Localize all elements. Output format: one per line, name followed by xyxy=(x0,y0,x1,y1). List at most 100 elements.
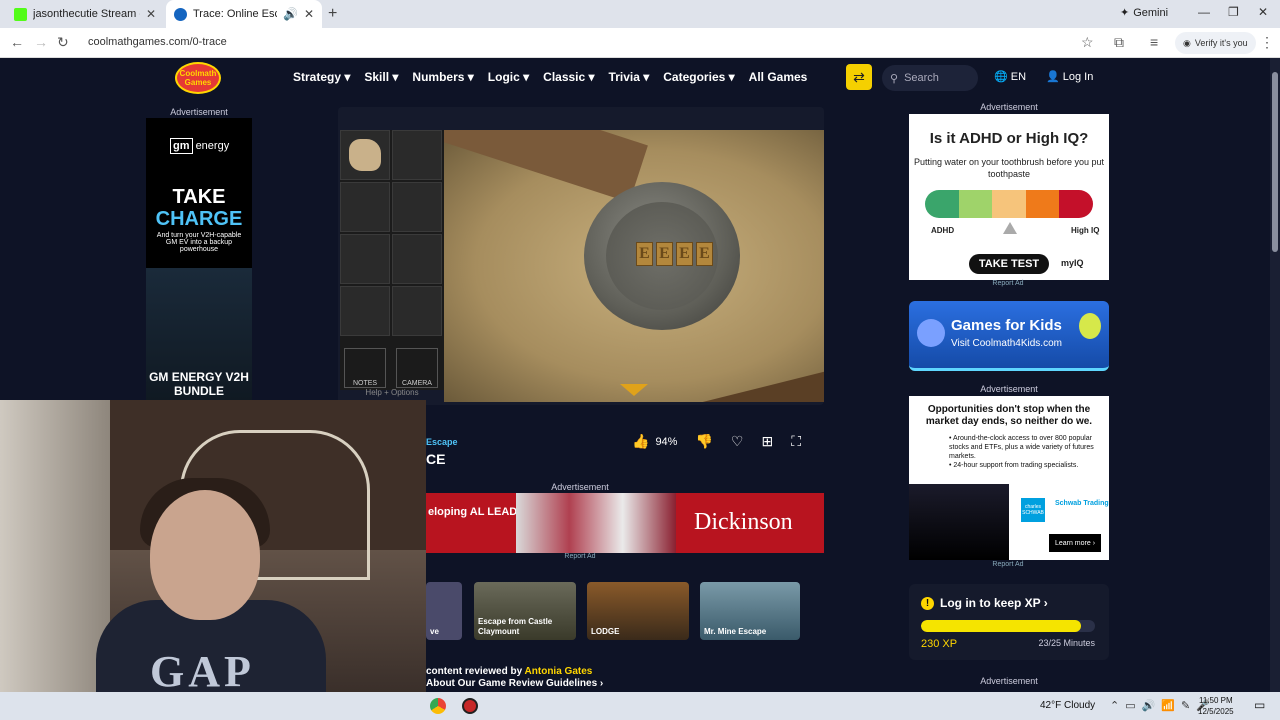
related-game-card[interactable]: Mr. Mine Escape xyxy=(700,582,800,640)
language-label: EN xyxy=(1010,71,1027,83)
game-title: CE xyxy=(426,451,446,467)
notification-icon[interactable]: ▭ xyxy=(1254,698,1265,712)
inventory-slot[interactable] xyxy=(392,234,442,284)
back-icon[interactable]: ← xyxy=(10,34,24,50)
new-tab-button[interactable]: + xyxy=(328,5,337,23)
clock[interactable]: 11:50 PM 12/5/2025 xyxy=(1198,695,1234,717)
camera-button[interactable]: CAMERA xyxy=(396,348,438,388)
ad-bottom-text: GM ENERGY V2H BUNDLE xyxy=(149,370,249,398)
scale-segment xyxy=(958,190,993,218)
site-header: Coolmath Games Strategy ▾ Skill ▾ Number… xyxy=(0,58,1270,98)
menu-kebab-icon[interactable]: ⋮ xyxy=(1260,34,1274,51)
seal-letters: E E E E xyxy=(636,242,716,266)
login-button[interactable]: 👤 Log In xyxy=(1046,70,1093,83)
menu-all-games[interactable]: All Games xyxy=(749,70,808,84)
menu-numbers[interactable]: Numbers ▾ xyxy=(412,70,473,84)
forward-icon[interactable]: → xyxy=(34,34,48,50)
game-category[interactable]: Escape xyxy=(426,437,458,447)
menu-trivia[interactable]: Trivia ▾ xyxy=(609,70,650,84)
language-selector[interactable]: 🌐 EN xyxy=(994,70,1026,83)
obs-taskbar-icon[interactable] xyxy=(462,698,478,714)
inventory-slot[interactable] xyxy=(340,286,390,336)
menu-categories[interactable]: Categories ▾ xyxy=(663,70,734,84)
main-menu: Strategy ▾ Skill ▾ Numbers ▾ Logic ▾ Cla… xyxy=(293,70,807,84)
menu-strategy[interactable]: Strategy ▾ xyxy=(293,70,350,84)
search-input[interactable]: ⚲ Search xyxy=(882,65,978,91)
schwab-logo: charles SCHWAB xyxy=(1021,498,1045,522)
globe-icon: 🌐 xyxy=(994,71,1008,83)
seal-letter[interactable]: E xyxy=(676,242,693,266)
fullscreen-icon[interactable]: ⛶ xyxy=(791,433,801,450)
report-ad-link[interactable]: Report Ad xyxy=(540,553,620,560)
review-prefix: content reviewed by xyxy=(426,666,525,677)
myiq-ad[interactable]: Is it ADHD or High IQ? Putting water on … xyxy=(909,114,1109,280)
heart-icon[interactable]: ♡ xyxy=(731,433,744,450)
add-to-collection-icon[interactable]: ⊞ xyxy=(761,433,773,450)
take-test-button[interactable]: TAKE TEST xyxy=(969,254,1049,274)
profile-button[interactable]: ◉ Verify it's you xyxy=(1175,32,1256,54)
cam-curtain xyxy=(0,400,110,692)
coolmath4kids-banner[interactable]: Games for Kids Visit Coolmath4Kids.com xyxy=(909,301,1109,371)
shuffle-icon[interactable]: ⇄ xyxy=(846,64,872,90)
tab-trace[interactable]: Trace: Online Escape Room 🔊 ✕ xyxy=(166,0,322,28)
tab-search-icon[interactable]: ≡ xyxy=(1150,34,1158,50)
avatar: ◉ xyxy=(1183,37,1191,48)
menu-logic[interactable]: Logic ▾ xyxy=(488,70,529,84)
wax-seal[interactable]: E E E E xyxy=(584,182,740,330)
reviewer-name[interactable]: Antonia Gates xyxy=(525,666,593,677)
reload-icon[interactable]: ↻ xyxy=(57,34,69,51)
dickinson-ad[interactable]: eloping AL LEADERS Dickinson xyxy=(426,493,824,553)
game-scene[interactable]: E E E E xyxy=(444,130,824,402)
inventory-slot[interactable] xyxy=(340,130,390,180)
thumbs-up-icon[interactable]: 👍 xyxy=(632,433,649,450)
hoodie-text: GAP xyxy=(150,647,255,692)
screen-icon[interactable]: ⧉ xyxy=(1114,34,1124,51)
coolmath-logo[interactable]: Coolmath Games xyxy=(175,62,221,94)
chrome-taskbar-icon[interactable] xyxy=(430,698,446,714)
related-game-card[interactable]: ve xyxy=(426,582,462,640)
gm-energy-ad[interactable]: gm energy TAKE CHARGE And turn your V2H-c… xyxy=(146,118,252,478)
url-field[interactable]: coolmathgames.com/0-trace xyxy=(88,36,227,48)
inventory-slot[interactable] xyxy=(340,182,390,232)
review-guidelines-link[interactable]: About Our Game Review Guidelines › xyxy=(426,678,603,689)
minimize-icon[interactable]: — xyxy=(1198,5,1210,19)
gemini-button[interactable]: ✦ Gemini xyxy=(1120,6,1168,20)
tab-stream[interactable]: jasonthecutie Stream - Watch L ✕ xyxy=(6,0,164,28)
ad-bullets: • Around-the-clock access to over 800 po… xyxy=(949,435,1094,469)
seal-letter[interactable]: E xyxy=(636,242,653,266)
learn-more-button[interactable]: Learn more › xyxy=(1049,534,1101,552)
inventory-slot[interactable] xyxy=(392,286,442,336)
menu-classic[interactable]: Classic ▾ xyxy=(543,70,594,84)
ad-label: Advertisement xyxy=(980,384,1038,394)
xp-login-prompt[interactable]: ! Log in to keep XP › xyxy=(921,596,1048,610)
close-window-icon[interactable]: ✕ xyxy=(1258,5,1268,19)
thumbs-down-icon[interactable]: 👎 xyxy=(695,433,712,450)
close-tab-icon[interactable]: ✕ xyxy=(304,7,314,21)
scrollbar-thumb[interactable] xyxy=(1272,72,1278,252)
maximize-icon[interactable]: ❐ xyxy=(1228,5,1239,19)
related-game-card[interactable]: Escape from Castle Claymount xyxy=(474,582,576,640)
back-down-arrow-icon[interactable] xyxy=(620,384,648,396)
notes-button[interactable]: NOTES xyxy=(344,348,386,388)
octopus-mascot-icon xyxy=(917,319,945,347)
address-bar: ← → ↻ coolmathgames.com/0-trace ☆ ⧉ ≡ ◉ V… xyxy=(0,28,1280,58)
seal-inner: E E E E xyxy=(606,202,718,310)
seal-letter[interactable]: E xyxy=(656,242,673,266)
seal-letter[interactable]: E xyxy=(696,242,713,266)
related-game-card[interactable]: LODGE xyxy=(587,582,689,640)
menu-skill[interactable]: Skill ▾ xyxy=(364,70,398,84)
inventory-slot[interactable] xyxy=(340,234,390,284)
inventory-slot[interactable] xyxy=(392,130,442,180)
windows-taskbar: 42°F Cloudy ⌃▭🔊📶✎🎤 11:50 PM 12/5/2025 ▭ xyxy=(0,692,1280,720)
schwab-ad[interactable]: Opportunities don't stop when the market… xyxy=(909,396,1109,560)
inventory-slot[interactable] xyxy=(392,182,442,232)
close-tab-icon[interactable]: ✕ xyxy=(146,7,156,21)
report-ad-link[interactable]: Report Ad xyxy=(968,280,1048,287)
audio-icon[interactable]: 🔊 xyxy=(283,7,298,21)
weather-widget[interactable]: 42°F Cloudy xyxy=(1040,700,1095,711)
xp-minutes: 23/25 Minutes xyxy=(1038,638,1095,648)
report-ad-link[interactable]: Report Ad xyxy=(968,561,1048,568)
scale-pointer-icon xyxy=(1003,222,1017,234)
bookmark-star-icon[interactable]: ☆ xyxy=(1081,34,1094,51)
help-options-link[interactable]: Help + Options xyxy=(340,388,444,397)
